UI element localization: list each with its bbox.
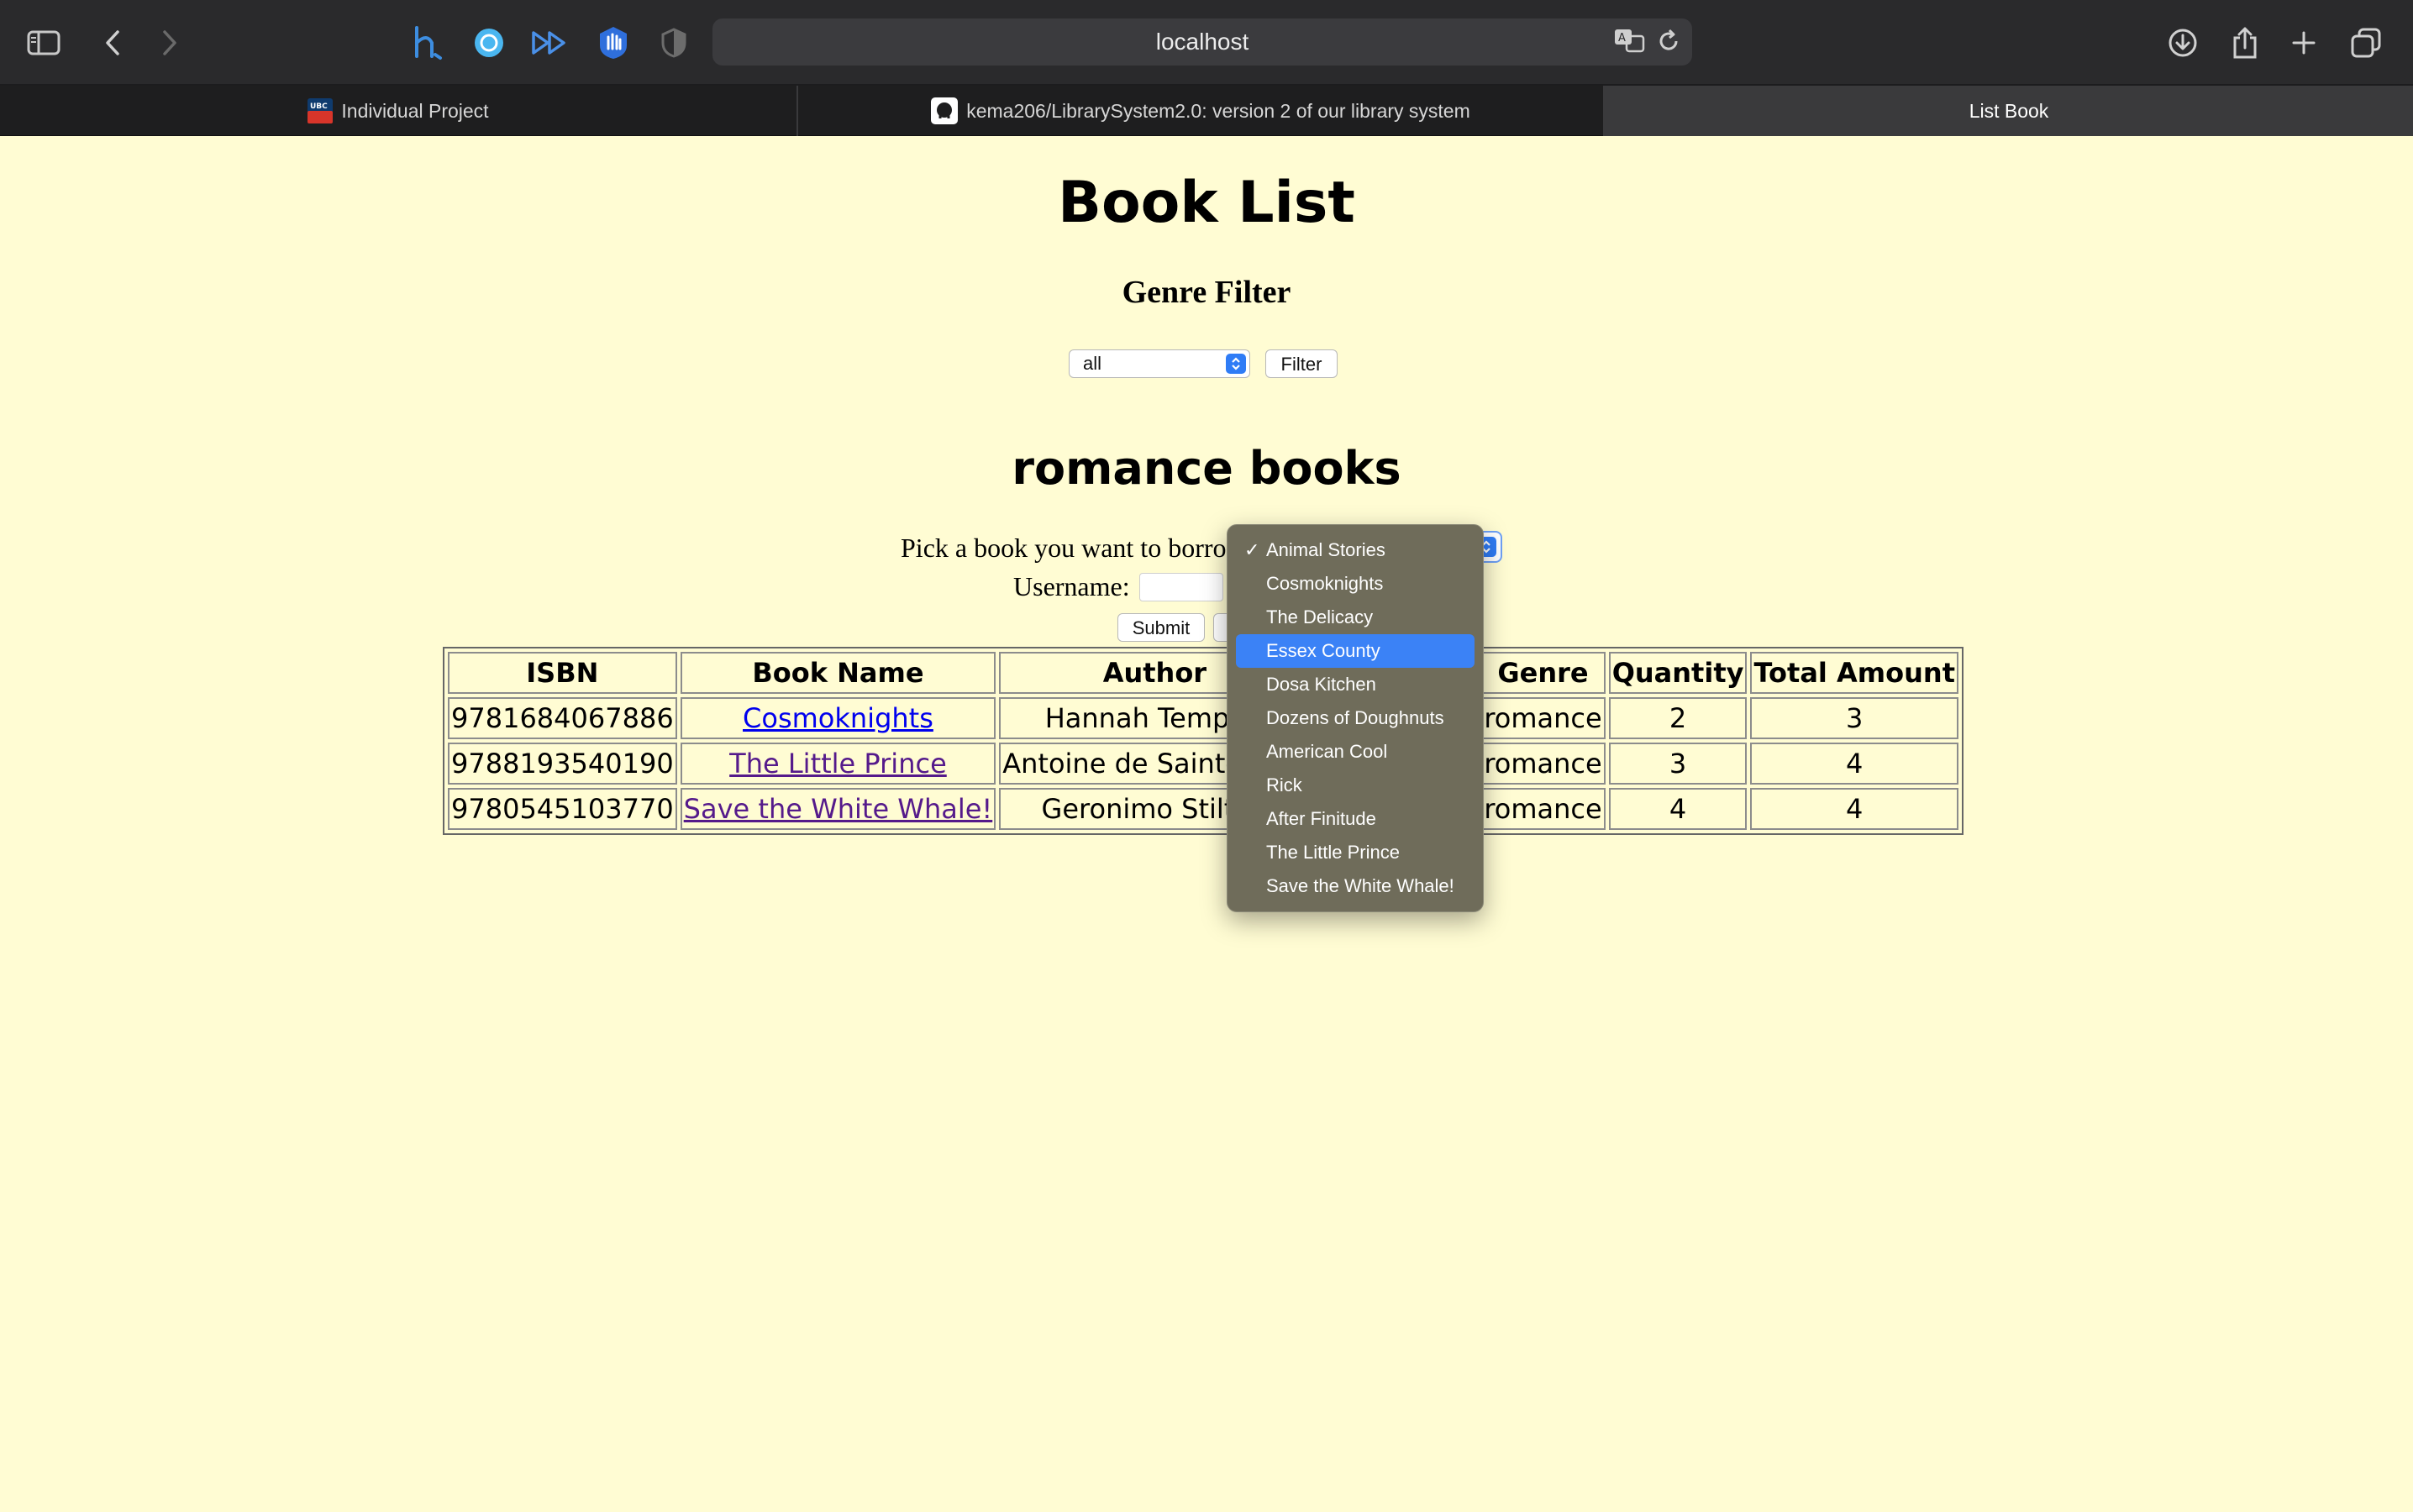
dropdown-option[interactable]: Cosmoknights — [1236, 567, 1475, 601]
filter-button[interactable]: Filter — [1265, 349, 1338, 378]
genre-select[interactable]: all — [1069, 349, 1250, 378]
book-name-cell: Save the White Whale! — [680, 788, 996, 830]
genre-select-value: all — [1083, 353, 1102, 374]
isbn-cell: 9781684067886 — [448, 697, 677, 739]
submit-button[interactable]: Submit — [1117, 613, 1205, 642]
book-name-cell: Cosmoknights — [680, 697, 996, 739]
select-stepper-icon — [1226, 354, 1246, 374]
new-tab-icon[interactable] — [2279, 18, 2329, 68]
forward-icon[interactable] — [145, 18, 195, 68]
github-icon — [931, 97, 959, 124]
reload-icon[interactable] — [1657, 29, 1680, 54]
total-amount-cell: 3 — [1750, 697, 1958, 739]
back-icon[interactable] — [87, 18, 138, 68]
ubc-canvas-icon: UBC — [308, 98, 334, 123]
dropdown-option[interactable]: The Little Prince — [1236, 836, 1475, 869]
table-row: 9788193540190 The Little Prince Antoine … — [448, 743, 1958, 785]
hypothesis-extension-icon[interactable] — [402, 18, 452, 68]
browser-toolbar: localhost A — [0, 0, 2413, 86]
genre-cell: romance — [1480, 697, 1606, 739]
section-title: romance books — [1012, 442, 1401, 495]
page-title: Book List — [1058, 170, 1355, 236]
book-table: ISBN Book Name Author d Genre Quantity T… — [443, 647, 1964, 835]
quantity-cell: 3 — [1608, 743, 1748, 785]
privacy-shield-icon[interactable] — [649, 18, 699, 68]
dropdown-option[interactable]: Dozens of Doughnuts — [1236, 701, 1475, 735]
genre-cell: romance — [1480, 743, 1606, 785]
tab-title: List Book — [1969, 99, 2049, 122]
dropdown-option[interactable]: Dosa Kitchen — [1236, 668, 1475, 701]
total-amount-cell: 4 — [1750, 743, 1958, 785]
fast-forward-extension-icon[interactable] — [524, 18, 575, 68]
checkmark-icon: ✓ — [1244, 539, 1260, 560]
column-header-book-name: Book Name — [680, 652, 996, 694]
hand-blocker-extension-icon[interactable] — [588, 18, 639, 68]
book-select-dropdown: ✓ Animal Stories Cosmoknights The Delicac… — [1227, 524, 1484, 912]
username-label: Username: — [1013, 571, 1130, 601]
translate-icon[interactable]: A — [1613, 27, 1647, 55]
sidebar-toggle-icon[interactable] — [18, 18, 69, 68]
column-header-genre: Genre — [1480, 652, 1606, 694]
username-input[interactable] — [1139, 573, 1223, 601]
table-header-row: ISBN Book Name Author d Genre Quantity T… — [448, 652, 1958, 694]
url-text: localhost — [1155, 29, 1249, 55]
pick-book-label: Pick a book you want to borro — [901, 533, 1227, 563]
isbn-cell: 9780545103770 — [448, 788, 677, 830]
dropdown-option[interactable]: ✓ Animal Stories — [1236, 533, 1475, 567]
table-row: 9781684067886 Cosmoknights Hannah Temple… — [448, 697, 1958, 739]
dropdown-option[interactable]: After Finitude — [1236, 802, 1475, 836]
dropdown-option[interactable]: American Cool — [1236, 735, 1475, 769]
isbn-cell: 9788193540190 — [448, 743, 677, 785]
dropdown-option-highlighted[interactable]: Essex County — [1236, 634, 1475, 668]
downloads-icon[interactable] — [2158, 18, 2208, 68]
dropdown-option[interactable]: The Delicacy — [1236, 601, 1475, 634]
genre-filter-heading: Genre Filter — [1122, 275, 1291, 310]
svg-text:UBC: UBC — [310, 102, 328, 111]
svg-text:A: A — [1618, 32, 1626, 45]
column-header-isbn: ISBN — [448, 652, 677, 694]
table-row: 9780545103770 Save the White Whale! Gero… — [448, 788, 1958, 830]
tab-title: kema206/LibrarySystem2.0: version 2 of o… — [966, 99, 1470, 122]
book-link[interactable]: Cosmoknights — [743, 702, 933, 734]
circle-extension-icon[interactable] — [464, 18, 514, 68]
column-header-quantity: Quantity — [1608, 652, 1748, 694]
tab-title: Individual Project — [341, 99, 489, 122]
quantity-cell: 2 — [1608, 697, 1748, 739]
dropdown-option[interactable]: Rick — [1236, 769, 1475, 802]
dropdown-option[interactable]: Save the White Whale! — [1236, 869, 1475, 903]
book-link[interactable]: The Little Prince — [729, 748, 947, 780]
genre-cell: romance — [1480, 788, 1606, 830]
tab-individual-project[interactable]: UBC Individual Project — [0, 86, 798, 136]
column-header-total-amount: Total Amount — [1750, 652, 1958, 694]
tab-overview-icon[interactable] — [2341, 18, 2391, 68]
tab-list-book[interactable]: List Book — [1605, 86, 2413, 136]
book-name-cell: The Little Prince — [680, 743, 996, 785]
book-link[interactable]: Save the White Whale! — [684, 793, 993, 825]
share-icon[interactable] — [2220, 18, 2270, 68]
quantity-cell: 4 — [1608, 788, 1748, 830]
total-amount-cell: 4 — [1750, 788, 1958, 830]
page-content: Book List Genre Filter all Filter romanc… — [0, 136, 2413, 1512]
address-bar[interactable]: localhost A — [712, 18, 1692, 66]
tab-bar: UBC Individual Project kema206/LibrarySy… — [0, 86, 2413, 136]
tab-github-repo[interactable]: kema206/LibrarySystem2.0: version 2 of o… — [798, 86, 1605, 136]
